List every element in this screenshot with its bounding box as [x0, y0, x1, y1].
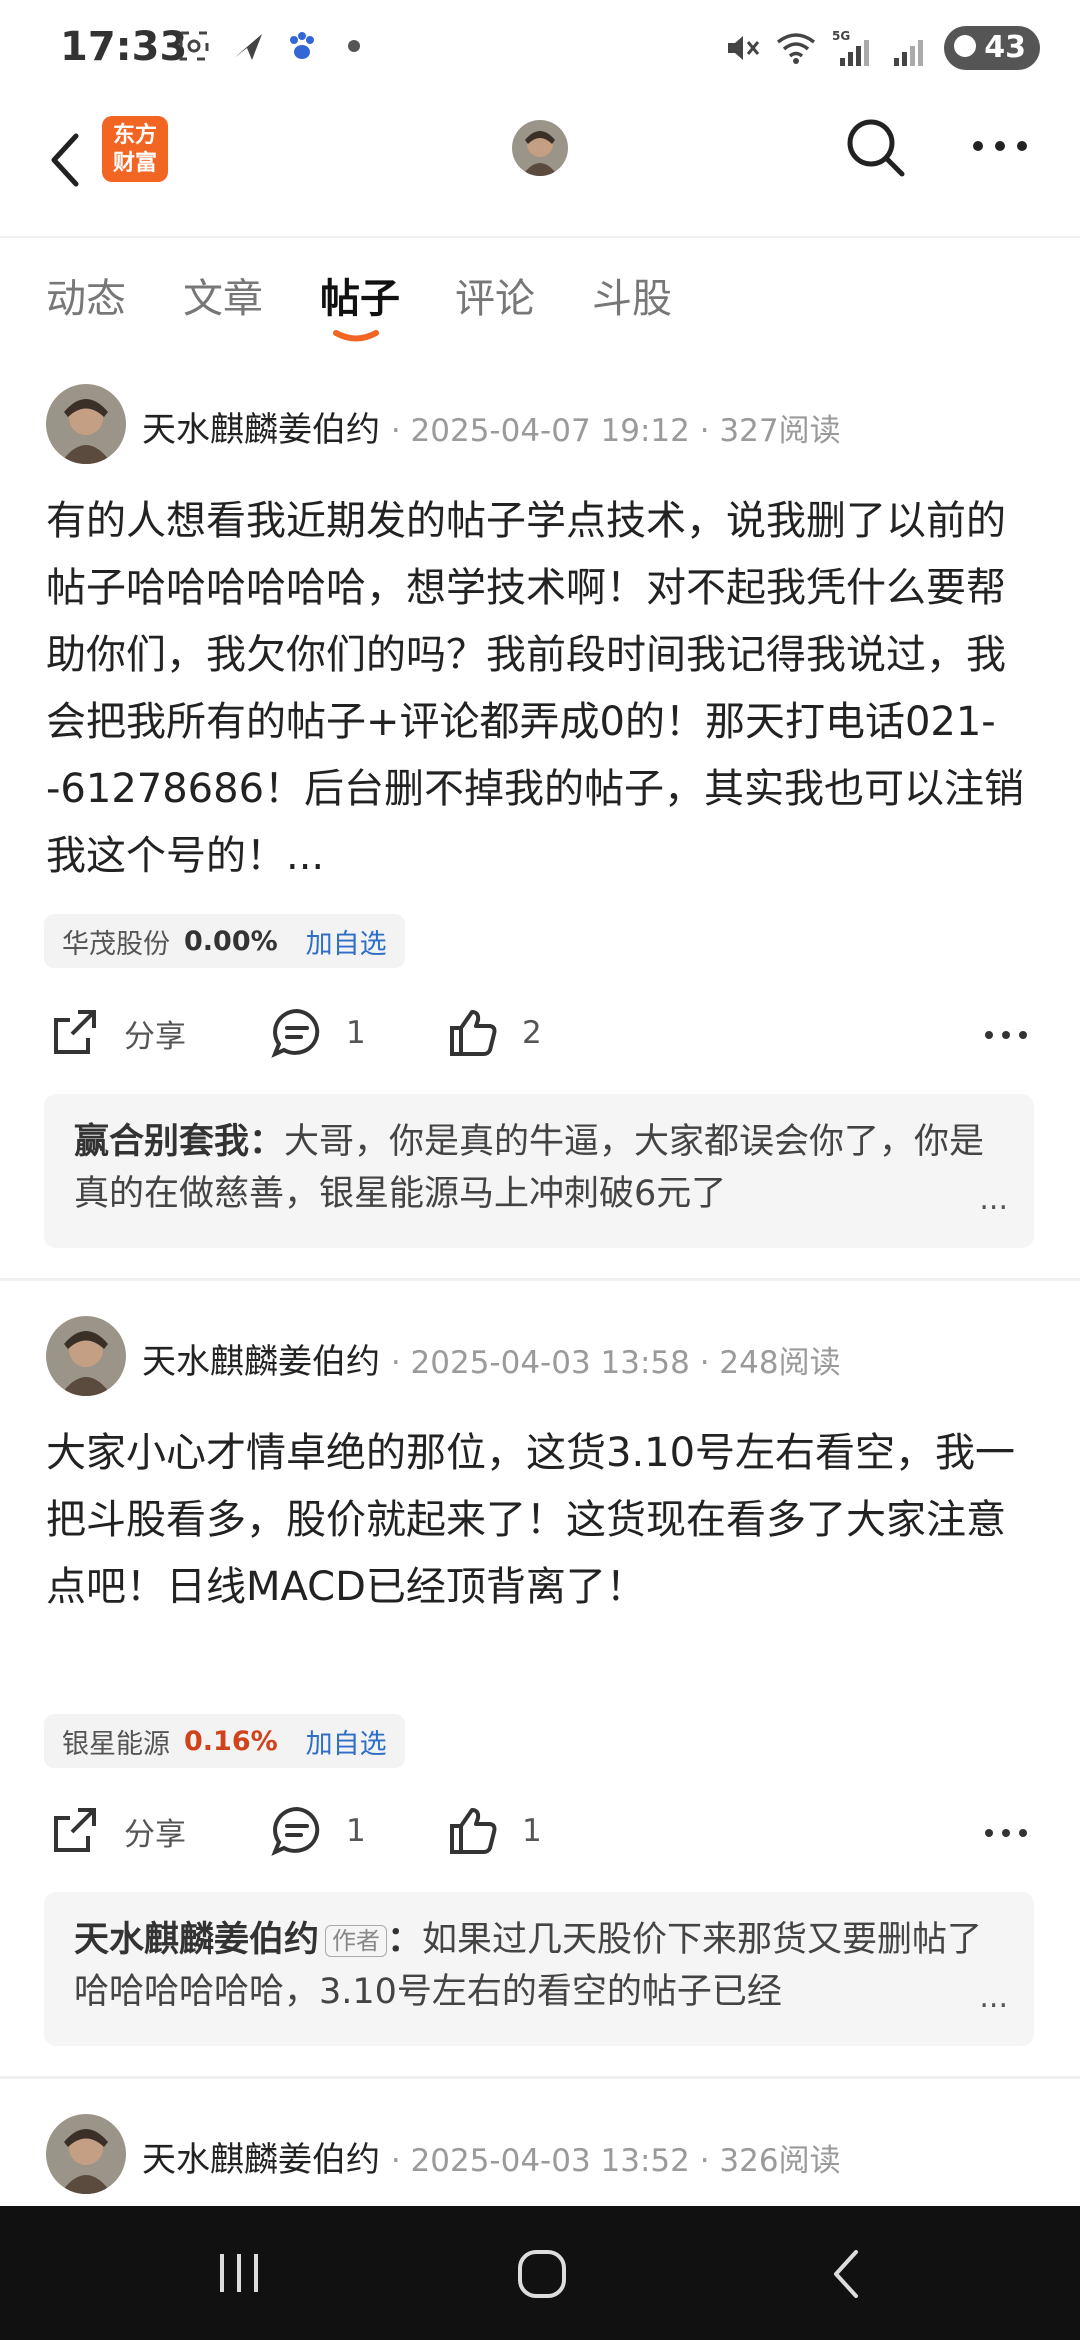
share-button[interactable]: 分享 — [48, 1804, 186, 1858]
like-button[interactable]: 1 — [446, 1804, 542, 1858]
comment-preview[interactable]: 天水麒麟姜伯约 作者 ：如果过几天股价下来那货又要删帖了哈哈哈哈哈哈，3.10号左右… — [44, 1892, 1034, 2046]
status-system-icons: 5G 43 — [724, 26, 1040, 70]
svg-text:5G: 5G — [832, 29, 850, 43]
system-nav-bar — [0, 2206, 1080, 2340]
share-icon — [54, 1010, 96, 1054]
search-icon[interactable] — [842, 114, 908, 180]
screenshot-icon — [179, 31, 209, 61]
like-count: 2 — [522, 1015, 542, 1051]
thumbs-up-icon — [450, 1010, 497, 1056]
thumbs-up-icon — [450, 1808, 497, 1854]
comment-more: ... — [979, 1980, 1008, 2015]
author-avatar[interactable] — [46, 2114, 126, 2194]
stock-chip[interactable]: 华茂股份 0.00% 加自选 — [44, 914, 405, 968]
comment-button[interactable]: 1 — [270, 1804, 366, 1858]
like-count: 1 — [522, 1813, 542, 1849]
share-label: 分享 — [124, 1816, 186, 1853]
like-button[interactable]: 2 — [446, 1006, 542, 1060]
status-bar: 17:33 5G 43 — [0, 0, 1080, 100]
comment-colon: ： — [387, 1920, 423, 1960]
tab-articles[interactable]: 文章 — [183, 266, 263, 324]
app-logo: 东方 财富 — [102, 116, 168, 182]
post-divider — [0, 1278, 1080, 1281]
wifi-icon — [777, 33, 816, 64]
back-arrow-icon[interactable] — [40, 124, 92, 196]
post-body[interactable]: 有的人想看我近期发的帖子学点技术，说我删了以前的帖子哈哈哈哈哈哈，想学技术啊！对… — [46, 488, 1036, 890]
post-more-icon[interactable] — [984, 1826, 1028, 1840]
stock-change: 0.16% — [184, 1725, 278, 1757]
tab-dougu[interactable]: 斗股 — [592, 266, 672, 324]
battery-indicator: 43 — [944, 26, 1040, 70]
post-body[interactable]: 大家小心才情卓绝的那位，这货3.10号左右看空，我一把斗股看多，股价就起来了！这… — [46, 1420, 1036, 1621]
post-author[interactable]: 天水麒麟姜伯约 — [142, 2140, 380, 2180]
tab-posts[interactable]: 帖子 — [320, 266, 400, 324]
stock-name: 银星能源 — [62, 1728, 170, 1760]
logo-line1: 东方 — [112, 123, 157, 148]
post-timestamp-views: · 2025-04-03 13:52 · 326阅读 — [390, 2143, 841, 2179]
comment-count: 1 — [346, 1015, 366, 1051]
post-author[interactable]: 天水麒麟姜伯约 — [142, 1342, 380, 1382]
post-divider — [0, 2076, 1080, 2079]
post-meta: 天水麒麟姜伯约 · 2025-04-07 19:12 · 327阅读 — [142, 402, 841, 451]
post-author[interactable]: 天水麒麟姜伯约 — [142, 410, 380, 450]
post-actions: 分享 1 1 — [0, 1804, 1080, 1864]
send-icon — [234, 34, 262, 60]
active-tab-indicator — [333, 330, 379, 342]
mute-icon — [728, 36, 760, 60]
system-back-icon[interactable] — [826, 2248, 866, 2300]
status-notification-icons — [176, 28, 360, 64]
author-avatar[interactable] — [46, 1316, 126, 1396]
top-nav: 东方 财富 — [0, 100, 1080, 238]
signal-icon — [894, 40, 924, 66]
signal-5g-icon: 5G — [832, 29, 870, 66]
stock-change: 0.00% — [184, 925, 278, 957]
status-time: 17:33 — [60, 24, 188, 70]
logo-line2: 财富 — [112, 151, 157, 176]
add-watchlist-button[interactable]: 加自选 — [306, 1722, 387, 1761]
profile-tabs: 动态 文章 帖子 评论 斗股 — [0, 238, 1080, 348]
recent-apps-icon[interactable] — [214, 2250, 264, 2296]
stock-chip[interactable]: 银星能源 0.16% 加自选 — [44, 1714, 405, 1768]
profile-avatar[interactable] — [512, 120, 568, 176]
post-more-icon[interactable] — [984, 1028, 1028, 1042]
paw-icon — [290, 32, 314, 59]
comment-icon — [271, 1008, 320, 1058]
comment-count: 1 — [346, 1813, 366, 1849]
post-timestamp-views: · 2025-04-03 13:58 · 248阅读 — [390, 1345, 841, 1381]
share-button[interactable]: 分享 — [48, 1006, 186, 1060]
post-actions: 分享 1 2 — [0, 1006, 1080, 1066]
more-notifications-dot — [348, 40, 360, 52]
home-icon[interactable] — [516, 2248, 568, 2300]
comment-button[interactable]: 1 — [270, 1006, 366, 1060]
author-avatar[interactable] — [46, 384, 126, 464]
tab-dynamic[interactable]: 动态 — [46, 266, 126, 324]
more-icon[interactable] — [972, 134, 1028, 158]
stock-name: 华茂股份 — [62, 928, 170, 960]
comment-preview[interactable]: 赢合别套我：大哥，你是真的牛逼，大家都误会你了，你是真的在做慈善，银星能源马上冲… — [44, 1094, 1034, 1248]
share-icon — [54, 1808, 96, 1852]
comment-more: ... — [979, 1182, 1008, 1217]
comment-author: 天水麒麟姜伯约 — [74, 1920, 320, 1960]
add-watchlist-button[interactable]: 加自选 — [306, 922, 387, 961]
tab-comments[interactable]: 评论 — [455, 266, 535, 324]
post-timestamp-views: · 2025-04-07 19:12 · 327阅读 — [390, 413, 841, 449]
share-label: 分享 — [124, 1018, 186, 1055]
comment-icon — [271, 1806, 320, 1856]
comment-author: 赢合别套我： — [74, 1122, 285, 1162]
post-meta: 天水麒麟姜伯约 · 2025-04-03 13:52 · 326阅读 — [142, 2132, 841, 2181]
post-meta: 天水麒麟姜伯约 · 2025-04-03 13:58 · 248阅读 — [142, 1334, 841, 1383]
author-tag: 作者 — [325, 1925, 388, 1957]
